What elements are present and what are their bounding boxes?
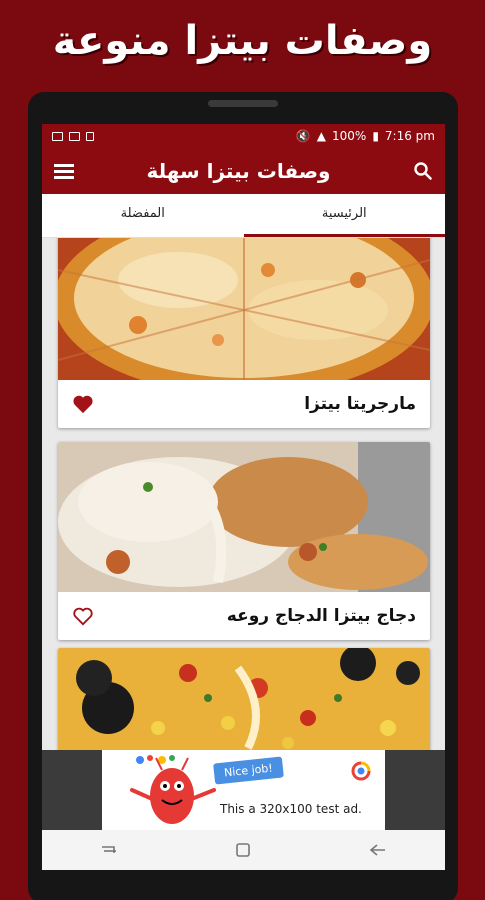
hamburger-icon[interactable] bbox=[54, 164, 74, 179]
recipe-card-footer: دجاج بيتزا الدجاج روعه bbox=[58, 592, 430, 640]
ad-text: This a 320x100 test ad. bbox=[220, 802, 362, 816]
home-icon bbox=[236, 843, 251, 857]
recipe-image bbox=[58, 442, 430, 592]
battery-percent: 100% bbox=[332, 129, 367, 143]
mute-icon: 🔇 bbox=[295, 129, 311, 143]
app-bar: وصفات بيتزا سهلة bbox=[42, 148, 445, 194]
recipe-image bbox=[58, 648, 430, 750]
recipe-title: مارجريتا بيتزا bbox=[304, 394, 416, 414]
ad-mascot-icon bbox=[130, 755, 216, 824]
tab-home[interactable]: الرئيسية bbox=[243, 194, 446, 237]
recipe-title: دجاج بيتزا الدجاج روعه bbox=[226, 606, 416, 626]
battery-icon: ▮ bbox=[372, 129, 379, 143]
android-nav-bar bbox=[42, 830, 445, 870]
status-bar: 🔇 ▲ 100% ▮ 7:16 pm bbox=[42, 124, 445, 148]
clock: 7:16 pm bbox=[384, 129, 435, 143]
heart-outline-icon[interactable] bbox=[72, 606, 94, 626]
phone-screen: 🔇 ▲ 100% ▮ 7:16 pm وصفات بيتزا سهلة المف… bbox=[42, 124, 445, 870]
notification-icon bbox=[52, 131, 63, 141]
ad-banner-area: Nice job! This a 320x100 test ad. bbox=[42, 750, 445, 830]
tab-bar: المفضلة الرئيسية bbox=[42, 194, 445, 238]
search-icon[interactable] bbox=[413, 161, 433, 181]
app-title: وصفات بيتزا سهلة bbox=[146, 159, 331, 183]
home-button[interactable] bbox=[228, 835, 258, 865]
ad-banner[interactable]: Nice job! This a 320x100 test ad. bbox=[102, 750, 385, 830]
back-arrow-icon bbox=[369, 844, 385, 856]
recipe-card[interactable] bbox=[58, 648, 430, 750]
back-button[interactable] bbox=[363, 835, 393, 865]
recent-apps-icon bbox=[102, 846, 117, 853]
notification-icon bbox=[86, 131, 94, 141]
recipe-list[interactable]: مارجريتا بيتزا دجاج بيتزا الدجاج روعه bbox=[42, 238, 445, 750]
heart-filled-icon[interactable] bbox=[72, 394, 94, 414]
tab-favorites[interactable]: المفضلة bbox=[42, 194, 244, 237]
banner-title: وصفات بيتزا منوعة bbox=[52, 18, 433, 64]
notification-icon bbox=[69, 131, 80, 141]
recipe-image bbox=[58, 238, 430, 380]
signal-icon: ▲ bbox=[316, 129, 326, 143]
ad-logo-icon bbox=[351, 761, 371, 781]
recipe-card-footer: مارجريتا بيتزا bbox=[58, 380, 430, 428]
phone-speaker bbox=[208, 100, 278, 107]
recent-apps-button[interactable] bbox=[94, 835, 124, 865]
status-notifications bbox=[52, 131, 94, 141]
recipe-card[interactable]: مارجريتا بيتزا bbox=[58, 238, 430, 428]
recipe-card[interactable]: دجاج بيتزا الدجاج روعه bbox=[58, 442, 430, 640]
status-system: 🔇 ▲ 100% ▮ 7:16 pm bbox=[296, 129, 435, 143]
